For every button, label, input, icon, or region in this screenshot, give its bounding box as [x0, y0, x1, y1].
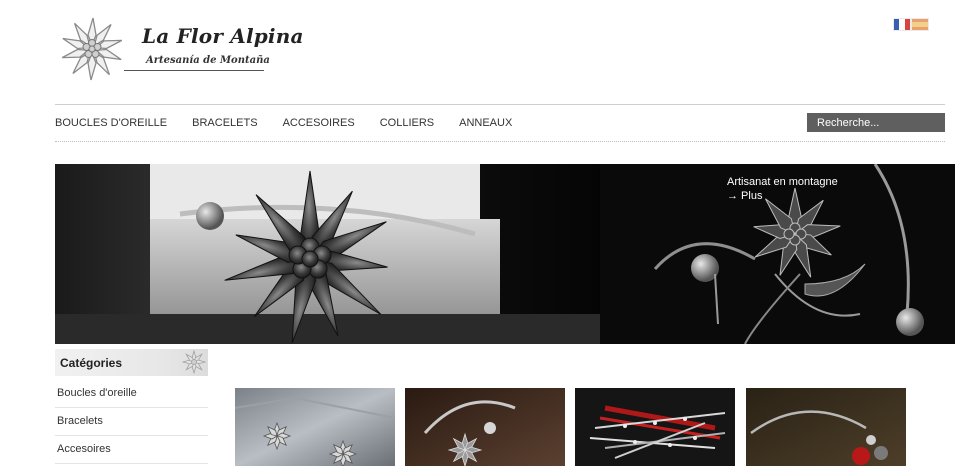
categories-title: Catégories: [60, 356, 123, 370]
banner-caption-title: Artisanat en montagne: [727, 176, 838, 188]
french-flag-icon[interactable]: [894, 19, 910, 30]
edelweiss-logo-icon[interactable]: [57, 14, 127, 84]
product-thumbnail-bangle[interactable]: [405, 388, 565, 466]
nav-divider-top: [55, 104, 945, 105]
nav-item-accesoires[interactable]: ACCESOIRES: [283, 117, 355, 129]
site-tagline: Artesanía de Montaña: [146, 55, 270, 66]
main-nav: BOUCLES D'OREILLE BRACELETS ACCESOIRES C…: [55, 117, 537, 129]
tagline-underline: [124, 70, 264, 71]
category-boucles[interactable]: Boucles d'oreille: [55, 380, 208, 408]
nav-item-anneaux[interactable]: ANNEAUX: [459, 117, 512, 129]
product-thumbnail-charm-bangle[interactable]: [746, 388, 906, 466]
search-input[interactable]: [807, 113, 945, 132]
nav-item-colliers[interactable]: COLLIERS: [380, 117, 434, 129]
category-bracelets[interactable]: Bracelets: [55, 408, 208, 436]
nav-divider-bottom: [55, 141, 945, 142]
site-brand-name[interactable]: La Flor Alpina: [142, 24, 304, 48]
categories-list: Boucles d'oreille Bracelets Accesoires: [55, 380, 208, 464]
nav-item-bracelets[interactable]: BRACELETS: [192, 117, 257, 129]
nav-item-boucles[interactable]: BOUCLES D'OREILLE: [55, 117, 167, 129]
category-accesoires[interactable]: Accesoires: [55, 436, 208, 464]
banner-caption: Artisanat en montagne → Plus: [727, 175, 838, 203]
product-thumbnail-beaded-bracelets[interactable]: [575, 388, 735, 466]
language-switcher: [894, 19, 928, 30]
banner-more-link[interactable]: → Plus: [727, 189, 838, 203]
categories-header: Catégories: [55, 349, 208, 376]
product-thumbnail-earrings[interactable]: [235, 388, 395, 466]
spanish-flag-icon[interactable]: [912, 19, 928, 30]
edelweiss-icon: [182, 350, 206, 374]
